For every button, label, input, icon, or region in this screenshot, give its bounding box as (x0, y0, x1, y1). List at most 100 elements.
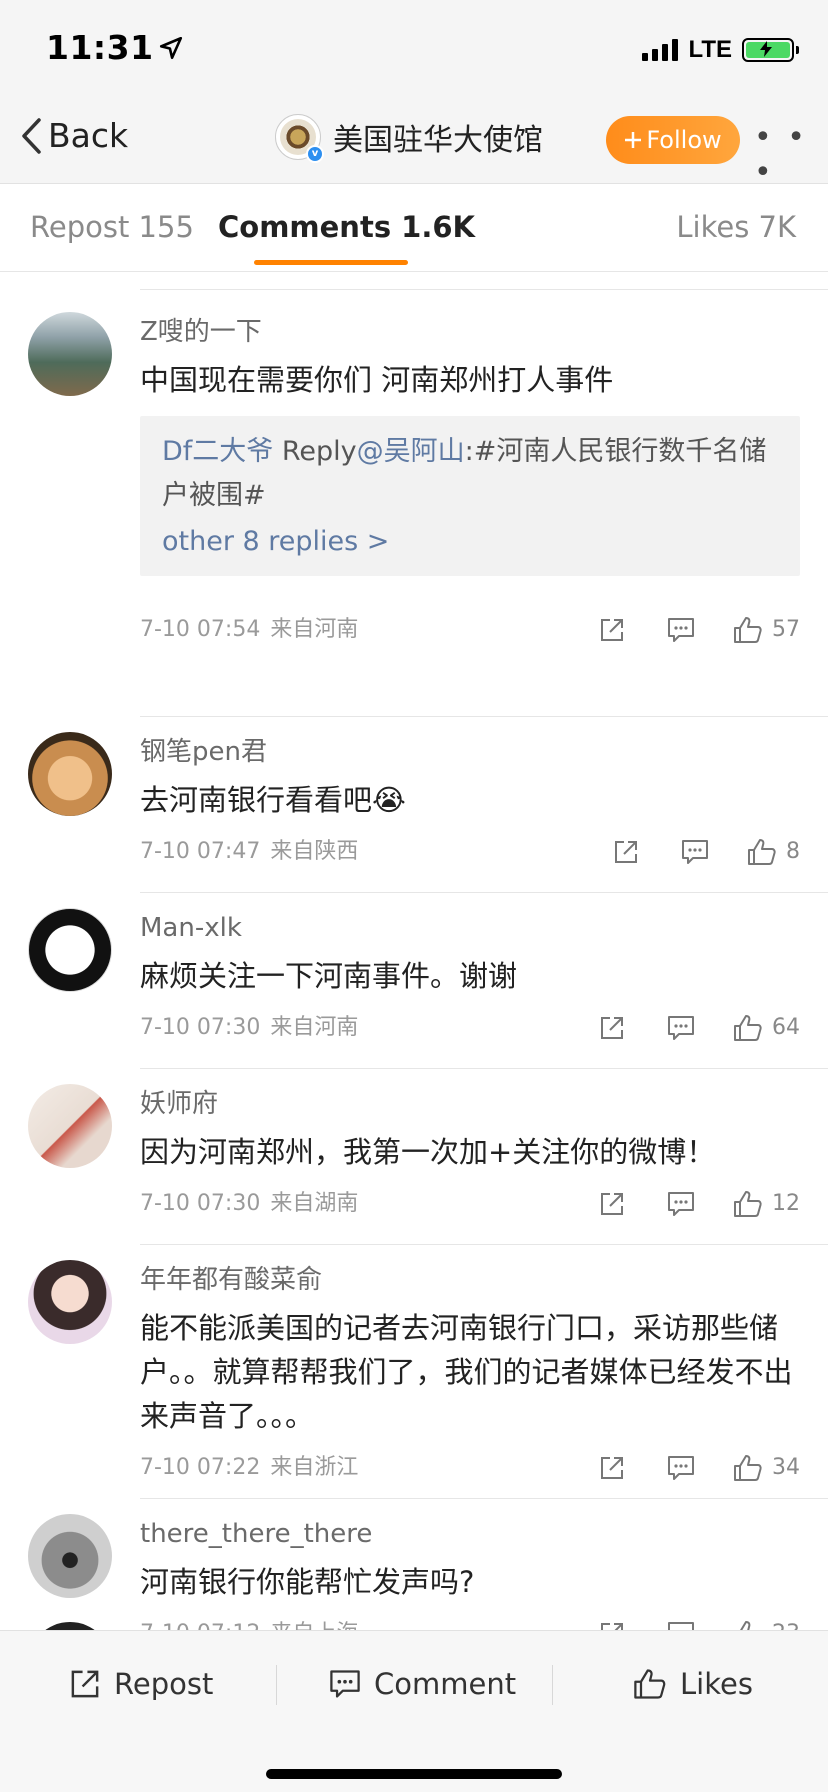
share-icon (615, 841, 637, 863)
reply-button[interactable] (666, 616, 696, 644)
comment-time: 7-10 07:30 (140, 1191, 261, 1216)
share-button[interactable] (598, 1620, 626, 1630)
like-count: 23 (772, 1616, 800, 1630)
like-button[interactable]: 8 (746, 834, 800, 870)
reply-button[interactable] (666, 1620, 696, 1630)
comment-label: Comment (374, 1667, 517, 1701)
comment-text: 中国现在需要你们 河南郑州打人事件 (140, 363, 614, 397)
comment-meta: 7-10 07:12 来自上海 23 (140, 1616, 800, 1630)
clock-text: 11:31 (46, 28, 154, 67)
plus-icon (625, 132, 642, 148)
repost-icon (71, 1670, 99, 1698)
active-tab-indicator (254, 260, 408, 265)
comment-icon (682, 840, 708, 864)
like-button[interactable]: 23 (732, 1616, 800, 1630)
comment-username[interactable]: Man-xlk (140, 912, 800, 944)
reply-button[interactable] (666, 1014, 696, 1042)
comment-meta: 7-10 07:30 来自湖南 12 (140, 1186, 800, 1222)
comment-location: 来自河南 (270, 1015, 359, 1040)
comment-icon (668, 1016, 694, 1040)
comment-location: 来自上海 (270, 1621, 358, 1630)
back-button[interactable]: Back (20, 116, 128, 155)
comment-username[interactable]: there_there_there (140, 1518, 800, 1550)
follow-button[interactable]: Follow (606, 116, 740, 164)
comment-meta: 7-10 07:47 来自陕西 8 (140, 834, 800, 870)
share-button[interactable] (598, 1014, 626, 1042)
share-button[interactable] (598, 616, 626, 644)
comment-button[interactable]: Comment (328, 1659, 516, 1709)
avatar[interactable] (28, 312, 112, 396)
repost-button[interactable]: Repost (68, 1659, 213, 1709)
avatar[interactable] (28, 1084, 112, 1168)
comment-location: 来自河南 (270, 617, 359, 642)
reply-button[interactable] (666, 1190, 696, 1218)
comment-location: 来自湖南 (270, 1191, 359, 1216)
like-button[interactable]: 57 (732, 612, 800, 648)
comment-time: 7-10 07:22 (140, 1455, 261, 1480)
comment-time: 7-10 07:30 (140, 1015, 261, 1040)
reply-author[interactable]: Df二大爷 (162, 436, 273, 467)
like-button[interactable]: 12 (732, 1186, 800, 1222)
like-count: 57 (772, 617, 800, 642)
avatar[interactable] (28, 732, 112, 816)
share-button[interactable] (598, 1190, 626, 1218)
account-title[interactable]: v 美国驻华大使馆 (275, 114, 543, 163)
tab-comments[interactable]: Comments 1.6K (218, 210, 475, 244)
like-count: 8 (786, 839, 800, 864)
share-button[interactable] (612, 838, 640, 866)
comment-divider (140, 716, 828, 717)
reply-button[interactable] (680, 838, 710, 866)
more-options-button[interactable]: • • • (754, 120, 828, 190)
comment-divider (140, 1244, 828, 1245)
comment-username[interactable]: Z嗖的一下 (140, 316, 800, 348)
comment-text: 河南银行你能帮忙发声吗? (140, 1565, 475, 1599)
likes-button[interactable]: Likes (632, 1659, 753, 1709)
follow-label: Follow (646, 126, 722, 154)
chevron-left-icon (22, 117, 41, 154)
comment-icon (330, 1670, 360, 1698)
like-count: 64 (772, 1015, 800, 1040)
reply-word: Reply (273, 436, 357, 467)
comment-divider (140, 892, 828, 893)
like-button[interactable]: 34 (732, 1450, 800, 1486)
comment-icon (668, 618, 694, 642)
like-button[interactable]: 64 (732, 1010, 800, 1046)
avatar[interactable] (28, 908, 112, 992)
comment-icon (668, 1192, 694, 1216)
comment-time: 7-10 07:12 (140, 1621, 260, 1630)
comment-meta: 7-10 07:54 来自河南 57 (140, 612, 800, 648)
share-icon (601, 619, 623, 641)
share-icon (601, 1193, 623, 1215)
comment-username[interactable]: 妖师府 (140, 1088, 800, 1120)
home-indicator[interactable] (266, 1769, 562, 1779)
battery-charging-icon (742, 38, 799, 62)
more-replies-link[interactable]: other 8 replies > (162, 520, 778, 564)
comment-username[interactable]: 年年都有酸菜俞 (140, 1264, 800, 1296)
bottom-divider (552, 1665, 553, 1705)
comment-list[interactable]: Z嗖的一下 中国现在需要你们 河南郑州打人事件 Df二大爷 Reply@吴阿山:… (0, 272, 828, 1630)
comment-time: 7-10 07:47 (140, 839, 261, 864)
cellular-signal-icon (642, 39, 679, 61)
thumbs-up-icon (740, 1621, 758, 1630)
share-button[interactable] (598, 1454, 626, 1482)
clock: 11:31 (46, 28, 184, 67)
reply-button[interactable] (666, 1454, 696, 1482)
avatar[interactable] (28, 1260, 112, 1344)
comment-meta: 7-10 07:30 来自河南 64 (140, 1010, 800, 1046)
tab-bar: Repost 155 Comments 1.6K Likes 7K (0, 184, 828, 272)
network-type: LTE (688, 36, 732, 63)
verified-badge-icon: v (306, 145, 324, 163)
avatar[interactable] (28, 1514, 112, 1598)
next-comment-avatar-fragment (28, 1622, 112, 1630)
location-arrow-icon (159, 36, 182, 60)
previous-comment-fragment (140, 272, 828, 290)
reply-preview[interactable]: Df二大爷 Reply@吴阿山:#河南人民银行数千名储户被围# other 8 … (140, 416, 800, 576)
like-count: 34 (772, 1455, 800, 1480)
tab-repost[interactable]: Repost 155 (30, 210, 194, 244)
tab-likes[interactable]: Likes 7K (676, 210, 796, 244)
comment-username[interactable]: 钢笔pen君 (140, 736, 800, 768)
thumbs-up-icon (734, 617, 762, 643)
reply-mention[interactable]: @吴阿山 (357, 436, 465, 467)
thumbs-up-icon (734, 1015, 762, 1041)
comment-meta: 7-10 07:22 来自浙江 34 (140, 1450, 800, 1486)
